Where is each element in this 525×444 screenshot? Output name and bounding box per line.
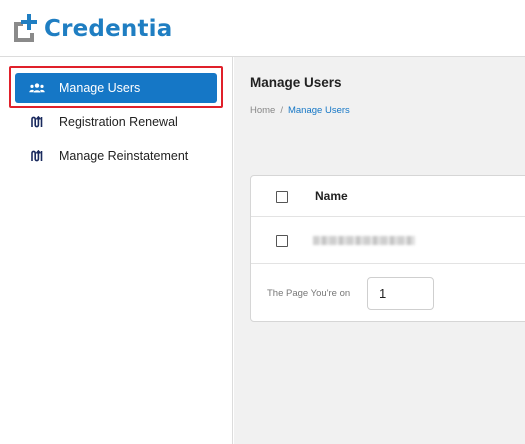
selection-highlight xyxy=(9,66,223,108)
pagination: The Page You're on 1 xyxy=(251,265,525,322)
page-title: Manage Users xyxy=(250,75,342,90)
sidebar-item-label: Registration Renewal xyxy=(59,115,178,129)
sidebar-item-manage-reinstatement[interactable]: Manage Reinstatement xyxy=(15,141,217,171)
renewal-icon xyxy=(15,116,59,128)
credentia-logo[interactable]: Credentia xyxy=(12,12,172,44)
breadcrumb-home[interactable]: Home xyxy=(250,105,275,116)
sidebar: Manage Users Registration Renewal Manage… xyxy=(0,57,233,444)
redacted-name xyxy=(313,236,415,245)
breadcrumb-current: Manage Users xyxy=(287,105,350,116)
logo-mark-icon xyxy=(14,14,37,42)
reinstatement-icon xyxy=(15,150,59,162)
page-label: The Page You're on xyxy=(267,288,351,299)
column-header-name[interactable]: Name xyxy=(315,189,348,203)
brand-name: Credentia xyxy=(44,16,173,42)
page-number-input[interactable]: 1 xyxy=(367,277,434,310)
users-table: Name The Page You're on 1 xyxy=(250,175,525,322)
breadcrumb-separator: / xyxy=(280,105,283,116)
row-checkbox[interactable] xyxy=(276,235,288,247)
sidebar-item-registration-renewal[interactable]: Registration Renewal xyxy=(15,107,217,137)
main-content: Manage Users Home / Manage Users Name Th… xyxy=(234,57,525,444)
select-all-checkbox[interactable] xyxy=(276,191,288,203)
sidebar-item-label: Manage Reinstatement xyxy=(59,149,189,163)
table-row[interactable] xyxy=(251,218,525,264)
top-bar: Credentia xyxy=(0,0,525,57)
breadcrumb: Home / Manage Users xyxy=(250,105,350,116)
table-header: Name xyxy=(251,176,525,217)
